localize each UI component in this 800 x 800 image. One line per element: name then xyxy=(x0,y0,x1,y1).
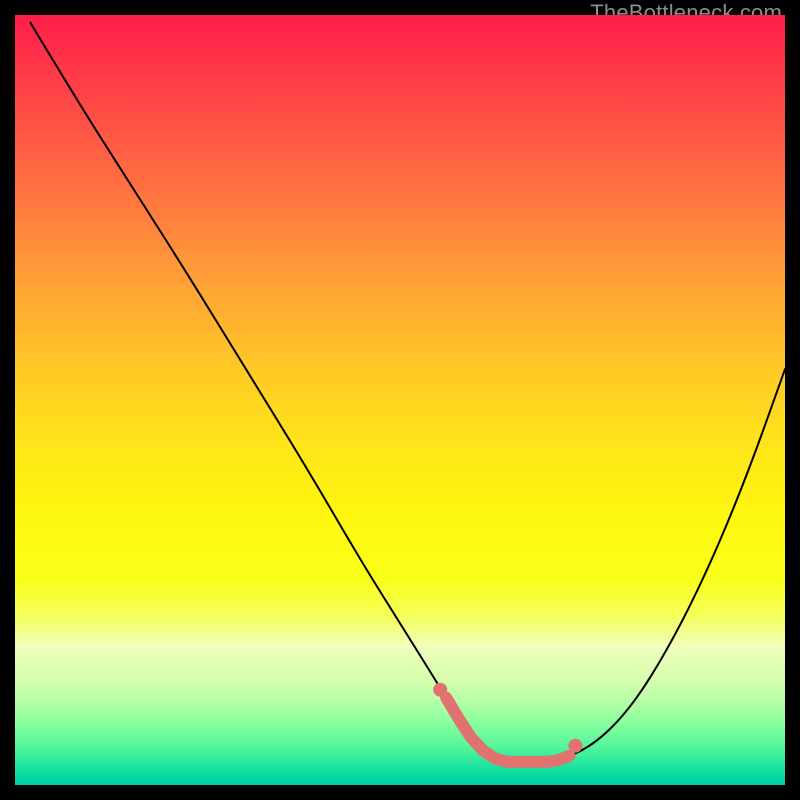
flat-region-dot-right xyxy=(568,739,582,753)
plot-area xyxy=(15,15,785,785)
flat-region-highlight xyxy=(446,698,569,762)
chart-canvas: TheBottleneck.com xyxy=(0,0,800,800)
flat-region-dot-left xyxy=(433,683,447,697)
curve-layer xyxy=(15,15,785,785)
bottleneck-curve xyxy=(30,23,785,762)
